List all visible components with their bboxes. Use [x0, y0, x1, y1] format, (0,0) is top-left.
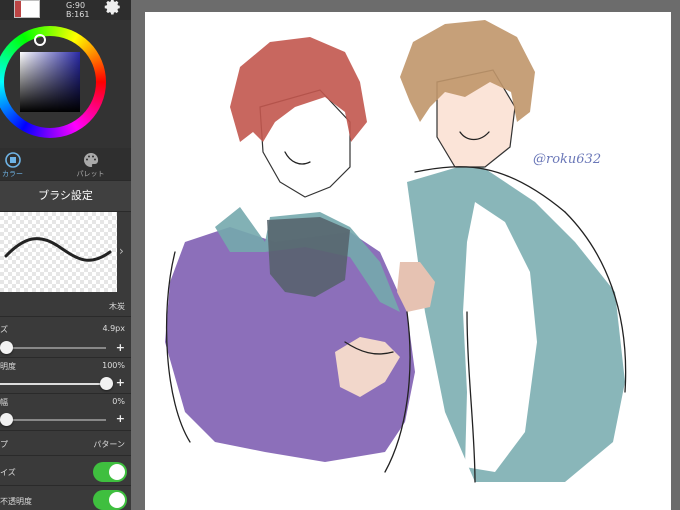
- color-topbar: G:90 B:161: [0, 0, 131, 20]
- brush-stroke-sample: [4, 237, 112, 262]
- third-setting-label: 幅: [0, 398, 8, 407]
- artwork-illustration: [165, 20, 627, 483]
- opacity-plus-button[interactable]: +: [116, 376, 125, 389]
- brush-panel: G:90 B:161 カラー パレット ブラシ設定 › 木炭 ズ 4.9px +…: [0, 0, 131, 510]
- opacity-label: 明度: [0, 362, 16, 371]
- color-icon: [4, 152, 21, 168]
- drawing-canvas[interactable]: @roku632: [145, 12, 671, 510]
- opacity-slider-fill: [0, 383, 106, 385]
- size-slider-knob[interactable]: [0, 341, 13, 354]
- blue-value: B:161: [66, 10, 90, 19]
- tab-color-label: カラー: [2, 170, 23, 178]
- current-color-swatch[interactable]: [14, 0, 40, 18]
- opacity-slider-knob[interactable]: [100, 377, 113, 390]
- green-value: G:90: [66, 1, 86, 10]
- third-setting-plus-button[interactable]: +: [116, 412, 125, 425]
- brush-name: 木炭: [109, 302, 125, 311]
- size-slider[interactable]: [0, 341, 106, 354]
- tab-palette-label: パレット: [76, 170, 105, 178]
- tab-color[interactable]: カラー: [0, 148, 45, 180]
- hue-wheel-knob[interactable]: [34, 34, 46, 46]
- type-value: パターン: [93, 440, 125, 449]
- size-plus-button[interactable]: +: [116, 341, 125, 354]
- size-pressure-toggle[interactable]: [93, 462, 127, 482]
- size-value: 4.9px: [102, 324, 125, 333]
- opacity-pressure-label: 不透明度: [0, 497, 32, 506]
- size-label: ズ: [0, 325, 8, 334]
- gear-icon[interactable]: [104, 0, 122, 16]
- third-setting-value: 0%: [112, 397, 125, 406]
- color-picker: [0, 20, 131, 148]
- opacity-slider[interactable]: [0, 377, 113, 390]
- hue-wheel[interactable]: [0, 26, 106, 138]
- tab-palette[interactable]: パレット: [58, 148, 123, 180]
- size-pressure-label: イズ: [0, 468, 16, 477]
- chevron-right-icon[interactable]: ›: [119, 244, 124, 258]
- third-setting-slider[interactable]: [0, 413, 106, 426]
- panel-tabs: カラー パレット: [0, 148, 131, 180]
- opacity-value: 100%: [102, 361, 125, 370]
- type-label: プ: [0, 440, 8, 449]
- palette-icon: [83, 152, 98, 167]
- opacity-pressure-toggle[interactable]: [93, 490, 127, 510]
- brush-stroke-preview[interactable]: [0, 212, 117, 292]
- third-setting-slider-knob[interactable]: [0, 413, 13, 426]
- saturation-value-square[interactable]: [20, 52, 80, 112]
- artist-signature: @roku632: [533, 152, 602, 167]
- brush-settings-title: ブラシ設定: [0, 180, 131, 212]
